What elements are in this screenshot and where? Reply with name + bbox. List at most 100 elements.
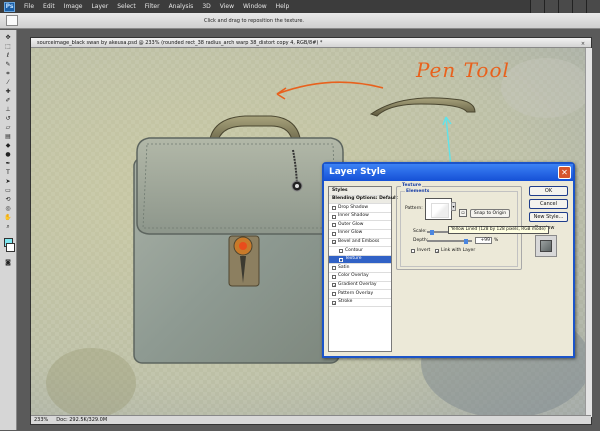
workspace-buttons	[530, 0, 600, 13]
pen-tool-annotation: Pen Tool	[416, 58, 510, 82]
pen-tool-icon[interactable]: ✒	[3, 160, 14, 168]
gradient-tool-icon[interactable]: ▤	[3, 133, 14, 141]
style-checkbox[interactable]	[332, 231, 336, 236]
status-bar: 233% Doc: 292.5K/329.0M	[31, 415, 591, 424]
style-item[interactable]: ✓ Stroke	[329, 299, 391, 308]
style-checkbox[interactable]	[332, 223, 336, 228]
menu-layer[interactable]: Layer	[91, 3, 108, 10]
style-item-label: Contour	[345, 247, 363, 253]
eraser-tool-icon[interactable]: ▱	[3, 124, 14, 132]
zoom-tool-icon[interactable]: ⌕	[3, 223, 14, 231]
pattern-picker-arrow-icon[interactable]: ▾	[451, 202, 456, 211]
move-tool-icon[interactable]: ✥	[3, 34, 14, 42]
style-checkbox[interactable]	[332, 205, 336, 210]
shape-tool-icon[interactable]: ▭	[3, 187, 14, 195]
style-item-label: Inner Glow	[338, 230, 363, 236]
style-item-label: Drop Shadow	[338, 204, 369, 210]
hand-tool-icon[interactable]: ✋	[3, 214, 14, 222]
vertical-scrollbar[interactable]	[585, 48, 592, 417]
depth-unit: %	[494, 238, 499, 243]
style-item-label: Color Overlay	[338, 273, 369, 279]
3d-orbit-tool-icon[interactable]: ◎	[3, 205, 14, 213]
ok-button[interactable]: OK	[529, 186, 568, 196]
style-item-label: Satin	[338, 264, 350, 270]
background-color-swatch[interactable]	[6, 243, 15, 252]
history-brush-tool-icon[interactable]: ↺	[3, 115, 14, 123]
lasso-tool-icon[interactable]: ℓ	[3, 52, 14, 60]
styles-list: Styles Blending Options: Default Drop Shad…	[328, 186, 398, 352]
type-tool-icon[interactable]: T	[3, 169, 14, 177]
brush-tool-icon[interactable]: ✐	[3, 97, 14, 105]
document-tab[interactable]: sourceimage_black swan by akeusa.psd @ 2…	[31, 38, 591, 48]
menu-analysis[interactable]: Analysis	[169, 3, 194, 10]
style-checkbox[interactable]	[332, 274, 336, 279]
depth-slider-thumb[interactable]	[464, 239, 468, 244]
hand-icon[interactable]	[558, 0, 572, 13]
menu-select[interactable]: Select	[117, 3, 136, 10]
elements-group: Elements Pattern: ▾ ▫ Snap to Origin Yel…	[400, 189, 549, 267]
style-checkbox[interactable]	[332, 291, 336, 296]
blur-tool-icon[interactable]: ◆	[3, 142, 14, 150]
menu-window[interactable]: Window	[243, 3, 267, 10]
path-select-tool-icon[interactable]: ➤	[3, 178, 14, 186]
pattern-swatch[interactable]	[425, 198, 452, 220]
pattern-label: Pattern:	[405, 206, 423, 211]
stamp-tool-icon[interactable]: ⊥	[3, 106, 14, 114]
menu-view[interactable]: View	[220, 3, 234, 10]
scale-slider-thumb[interactable]	[430, 230, 434, 235]
menu-edit[interactable]: Edit	[43, 3, 55, 10]
style-item-label: Gradient Overlay	[338, 282, 377, 288]
style-checkbox[interactable]: ✓	[332, 240, 336, 245]
style-checkbox[interactable]: ✓	[339, 257, 343, 262]
depth-slider[interactable]	[427, 239, 472, 244]
document-size: Doc: 292.5K/329.0M	[56, 417, 108, 423]
quick-select-tool-icon[interactable]: ✎	[3, 61, 14, 69]
photoshop-logo: Ps	[4, 1, 15, 12]
depth-input[interactable]: +99	[475, 237, 492, 244]
invert-checkbox-row[interactable]: Invert	[411, 248, 430, 253]
texture-group: Texture Elements Pattern: ▾ ▫ Snap to Or…	[396, 183, 549, 270]
zoom-level[interactable]: 233%	[34, 416, 48, 424]
link-with-layer-checkbox[interactable]: ✓	[435, 248, 439, 253]
healing-tool-icon[interactable]: ✚	[3, 88, 14, 96]
texture-panel: Texture Elements Pattern: ▾ ▫ Snap to Or…	[396, 183, 549, 276]
zoom-level-icon[interactable]	[544, 0, 558, 13]
style-checkbox[interactable]	[332, 266, 336, 271]
style-checkbox[interactable]: ✓	[332, 283, 336, 288]
dodge-tool-icon[interactable]: ●	[3, 151, 14, 159]
quick-mask-icon[interactable]: ◙	[3, 259, 14, 267]
style-checkbox[interactable]	[339, 248, 343, 253]
link-with-layer-label: Link with Layer	[441, 248, 476, 253]
dialog-title: Layer Style	[329, 167, 386, 177]
menu-bar: Ps File Edit Image Layer Select Filter A…	[0, 0, 600, 13]
close-document-icon[interactable]: ×	[578, 39, 588, 47]
close-icon[interactable]: ✕	[558, 166, 571, 179]
3d-rotate-tool-icon[interactable]: ⟲	[3, 196, 14, 204]
layout-icon[interactable]	[530, 0, 544, 13]
cancel-button[interactable]: Cancel	[529, 199, 568, 209]
eyedropper-tool-icon[interactable]: ⁄	[3, 79, 14, 87]
invert-checkbox[interactable]	[411, 248, 415, 253]
layer-style-dialog: Layer Style ✕ Styles Blending Options: De…	[322, 162, 575, 358]
menu-help[interactable]: Help	[276, 3, 290, 10]
link-with-layer-row[interactable]: ✓ Link with Layer	[435, 248, 475, 253]
document-title: sourceimage_black swan by akeusa.psd @ 2…	[37, 40, 323, 46]
arrange-icon[interactable]	[586, 0, 600, 13]
marquee-tool-icon[interactable]: ⬚	[3, 43, 14, 51]
style-checkbox[interactable]: ✓	[332, 300, 336, 305]
snap-to-origin-button[interactable]: Snap to Origin	[470, 209, 510, 218]
menu-file[interactable]: File	[24, 3, 34, 10]
style-item-label: Stroke	[338, 299, 353, 305]
style-checkbox[interactable]	[332, 214, 336, 219]
tool-preset-picker[interactable]	[6, 15, 18, 26]
scale-label: Scale:	[413, 229, 427, 234]
screen-mode-icon[interactable]	[572, 0, 586, 13]
menu-filter[interactable]: Filter	[145, 3, 160, 10]
crop-tool-icon[interactable]: ⌗	[3, 70, 14, 78]
menu-3d[interactable]: 3D	[202, 3, 210, 10]
new-preset-icon[interactable]: ▫	[459, 209, 467, 217]
menu-image[interactable]: Image	[64, 3, 83, 10]
dialog-titlebar[interactable]: Layer Style ✕	[324, 164, 573, 181]
style-item-label: Bevel and Emboss	[338, 239, 380, 245]
new-style-button[interactable]: New Style...	[529, 212, 568, 222]
